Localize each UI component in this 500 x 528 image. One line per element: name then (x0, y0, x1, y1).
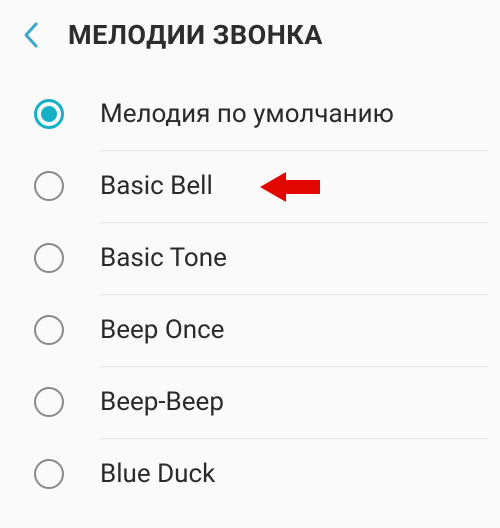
ringtone-item-beep-beep[interactable]: Beep-Beep (0, 366, 500, 438)
ringtone-item-default[interactable]: Мелодия по умолчанию (0, 78, 500, 150)
ringtone-picker-screen: МЕЛОДИИ ЗВОНКА Мелодия по умолчанию Basi… (0, 0, 500, 528)
ringtone-list: Мелодия по умолчанию Basic Bell Basic To… (0, 70, 500, 510)
radio-icon (34, 459, 64, 489)
screen-title: МЕЛОДИИ ЗВОНКА (68, 19, 323, 51)
header-bar: МЕЛОДИИ ЗВОНКА (0, 0, 500, 70)
ringtone-item-basic-tone[interactable]: Basic Tone (0, 222, 500, 294)
back-button[interactable] (14, 18, 48, 52)
chevron-left-icon (22, 21, 40, 49)
pointer-arrow-icon (260, 170, 320, 204)
ringtone-label: Beep Once (100, 315, 224, 345)
radio-icon (34, 387, 64, 417)
ringtone-label: Blue Duck (100, 459, 215, 489)
ringtone-item-basic-bell[interactable]: Basic Bell (0, 150, 500, 222)
ringtone-item-blue-duck[interactable]: Blue Duck (0, 438, 500, 510)
ringtone-label: Beep-Beep (100, 387, 224, 417)
ringtone-label: Мелодия по умолчанию (100, 99, 394, 129)
ringtone-label: Basic Tone (100, 243, 227, 273)
radio-icon (34, 315, 64, 345)
radio-icon (34, 99, 64, 129)
radio-icon (34, 171, 64, 201)
ringtone-item-beep-once[interactable]: Beep Once (0, 294, 500, 366)
radio-icon (34, 243, 64, 273)
ringtone-label: Basic Bell (100, 171, 213, 201)
